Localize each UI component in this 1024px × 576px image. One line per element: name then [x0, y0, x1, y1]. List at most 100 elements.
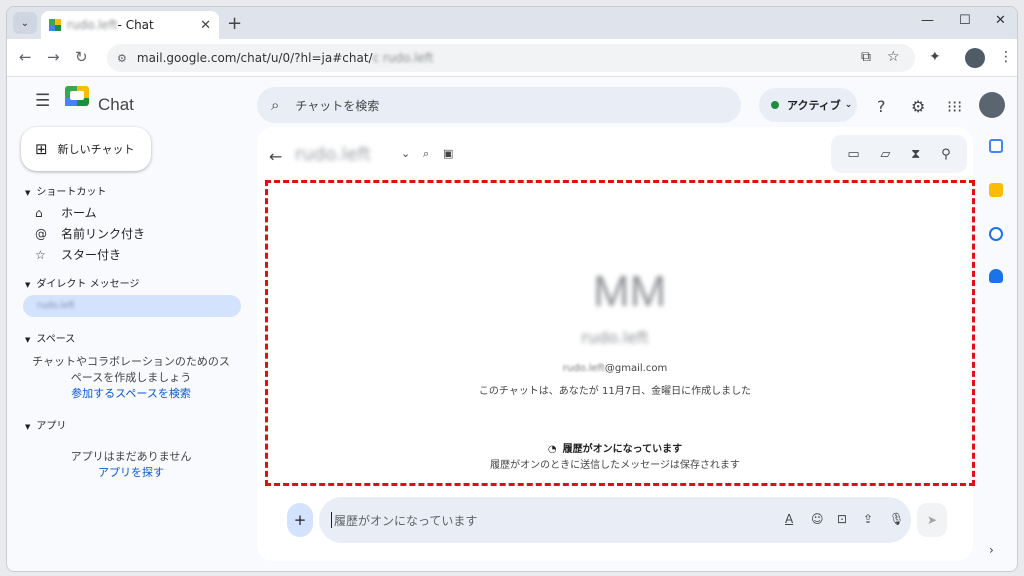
apps-section-header[interactable]: ▼ アプリ [25, 417, 66, 432]
files-folder-icon[interactable]: ▱ [880, 147, 890, 162]
tab-title-suffix: - Chat [117, 18, 154, 32]
new-chat-button[interactable]: ⊞ 新しいチャット [21, 127, 151, 171]
tab-title-blurred: rudo.left [67, 18, 118, 32]
app-name: Chat [98, 95, 134, 114]
dm-name-blurred: rudo.left [37, 301, 75, 311]
main-menu-icon[interactable]: ☰ [35, 91, 50, 111]
spaces-empty-line2: ペースを作成しましょう [70, 371, 192, 384]
sidebar-item-starred[interactable]: ☆ スター付き [35, 246, 121, 263]
chevron-down-icon[interactable]: ⌄ [401, 147, 410, 160]
tasks-icon[interactable] [989, 227, 1003, 241]
url-text: mail.google.com/chat/u/0/?hl=ja#chat/ [136, 51, 373, 65]
find-apps-link[interactable]: アプリを探す [25, 465, 237, 481]
browser-menu-icon[interactable]: ⋮ [999, 49, 1013, 65]
sidebar-item-label: スター付き [61, 248, 122, 262]
shortcuts-heading: ショートカット [36, 187, 107, 198]
send-button[interactable]: ➤ [917, 503, 947, 537]
contact-name-blurred: rudo.left [581, 328, 649, 347]
text-caret [331, 512, 332, 528]
composer-placeholder: 履歴がオンになっています [334, 513, 478, 528]
back-arrow-icon[interactable]: ← [19, 48, 32, 66]
apps-empty-message: アプリはまだありません アプリを探す [25, 449, 237, 481]
dm-section-header[interactable]: ▼ ダイレクト メッセージ [25, 275, 139, 290]
url-blurred: c rudo.left [372, 51, 434, 65]
settings-gear-icon[interactable]: ⚙ [911, 97, 925, 116]
address-bar[interactable]: ⚙ mail.google.com/chat/u/0/?hl=ja#chat/ … [107, 44, 915, 72]
history-clock-icon: ◔ [547, 444, 557, 455]
dm-heading: ダイレクト メッセージ [36, 279, 140, 290]
reload-icon[interactable]: ↻ [75, 48, 88, 66]
status-dot [771, 101, 779, 109]
tasks-hourglass-icon[interactable]: ⧗ [911, 147, 920, 162]
google-chat-logo [65, 86, 91, 110]
chevron-right-icon[interactable]: › [989, 543, 994, 557]
at-icon: @ [35, 226, 47, 241]
history-subtext: 履歴がオンのときに送信したメッセージは保存されます [490, 460, 740, 471]
pin-icon[interactable]: ⚲ [941, 147, 951, 162]
account-avatar[interactable] [979, 92, 1005, 118]
collapse-triangle-icon: ▼ [25, 281, 31, 289]
apps-heading: アプリ [36, 421, 67, 432]
emoji-icon[interactable]: ☺ [811, 512, 824, 526]
spaces-section-header[interactable]: ▼ スペース [25, 330, 75, 345]
site-settings-icon[interactable]: ⚙ [117, 52, 127, 65]
maximize-button[interactable]: ☐ [959, 13, 971, 28]
search-in-chat-icon[interactable]: ⌕ [423, 147, 429, 161]
sidebar-item-mentions[interactable]: @ 名前リンク付き [35, 225, 145, 242]
browser-window: ⌄ rudo.left - Chat ✕ + — ☐ ✕ ← → ↻ ⚙ mai… [6, 6, 1018, 572]
microphone-icon[interactable]: 🎙 [889, 512, 904, 526]
status-label: アクティブ [787, 99, 841, 112]
help-icon[interactable]: ? [877, 97, 886, 116]
dm-item-selected[interactable]: rudo.left [23, 295, 241, 317]
format-text-icon[interactable]: A [785, 512, 793, 526]
new-tab-button[interactable]: + [227, 13, 242, 34]
email-domain: @gmail.com [604, 363, 668, 374]
tab-search-button[interactable]: ⌄ [13, 12, 37, 34]
shortcuts-section-header[interactable]: ▼ ショートカット [25, 183, 106, 198]
star-icon: ☆ [35, 247, 46, 262]
chat-title-blurred: rudo.left [295, 144, 371, 165]
spaces-heading: スペース [36, 334, 76, 345]
sidebar-item-home[interactable]: ⌂ ホーム [35, 204, 97, 221]
spaces-empty-message: チャットやコラボレーションのためのス ペースを作成しましょう 参加するスペースを… [25, 354, 237, 402]
chat-panel: ← rudo.left ⌄ ⌕ ▣ ▭ ▱ ⧗ ⚲ MM rudo.left r… [257, 127, 975, 561]
contacts-icon[interactable] [989, 269, 1003, 283]
chat-search-input[interactable]: ⌕ チャットを検索 [257, 87, 741, 123]
chat-created-text: このチャットは、あなたが 11月7日、金曜日に作成しました [478, 386, 752, 397]
minimize-button[interactable]: — [921, 13, 934, 28]
window-close-button[interactable]: ✕ [995, 13, 1006, 28]
chevron-down-icon: ⌄ [844, 100, 853, 110]
collapse-triangle-icon: ▼ [25, 423, 31, 431]
browser-profile-avatar[interactable] [965, 48, 985, 68]
new-chat-label: 新しいチャット [57, 143, 135, 156]
apps-grid-icon[interactable]: ⁝⁝⁝ [947, 97, 962, 116]
search-placeholder: チャットを検索 [295, 98, 380, 113]
chat-action-group: ▭ ▱ ⧗ ⚲ [831, 135, 967, 173]
status-selector[interactable]: アクティブ ⌄ [759, 88, 857, 122]
search-icon: ⌕ [271, 96, 280, 114]
browse-spaces-link[interactable]: 参加するスペースを検索 [25, 386, 237, 402]
collapse-triangle-icon: ▼ [25, 336, 31, 344]
spaces-empty-line1: チャットやコラボレーションのためのス [32, 355, 230, 368]
install-app-icon[interactable]: ⧉ [861, 49, 871, 65]
add-attachment-button[interactable]: + [287, 503, 313, 537]
apps-empty-text: アプリはまだありません [70, 450, 192, 463]
browser-tab[interactable]: rudo.left - Chat ✕ [41, 11, 219, 39]
video-call-icon[interactable]: ▭ [847, 147, 859, 162]
extensions-icon[interactable]: ✦ [929, 49, 941, 65]
back-arrow-icon[interactable]: ← [269, 147, 282, 166]
history-title: 履歴がオンになっています [562, 444, 683, 455]
collapse-triangle-icon: ▼ [25, 189, 31, 197]
calendar-icon[interactable] [989, 139, 1003, 153]
tab-close-icon[interactable]: ✕ [200, 18, 211, 33]
upload-icon[interactable]: ⇪ [863, 512, 873, 526]
keep-icon[interactable] [989, 183, 1003, 197]
history-status: ◔ 履歴がオンになっています [257, 440, 973, 455]
gif-sticker-icon[interactable]: ⊡ [837, 512, 847, 526]
tab-strip: ⌄ rudo.left - Chat ✕ + — ☐ ✕ [7, 7, 1017, 39]
open-in-window-icon[interactable]: ▣ [443, 147, 453, 160]
contact-avatar-initials: MM [593, 267, 667, 316]
bookmark-star-icon[interactable]: ☆ [887, 49, 900, 65]
sidebar-item-label: 名前リンク付き [61, 227, 146, 241]
forward-arrow-icon[interactable]: → [47, 48, 60, 66]
